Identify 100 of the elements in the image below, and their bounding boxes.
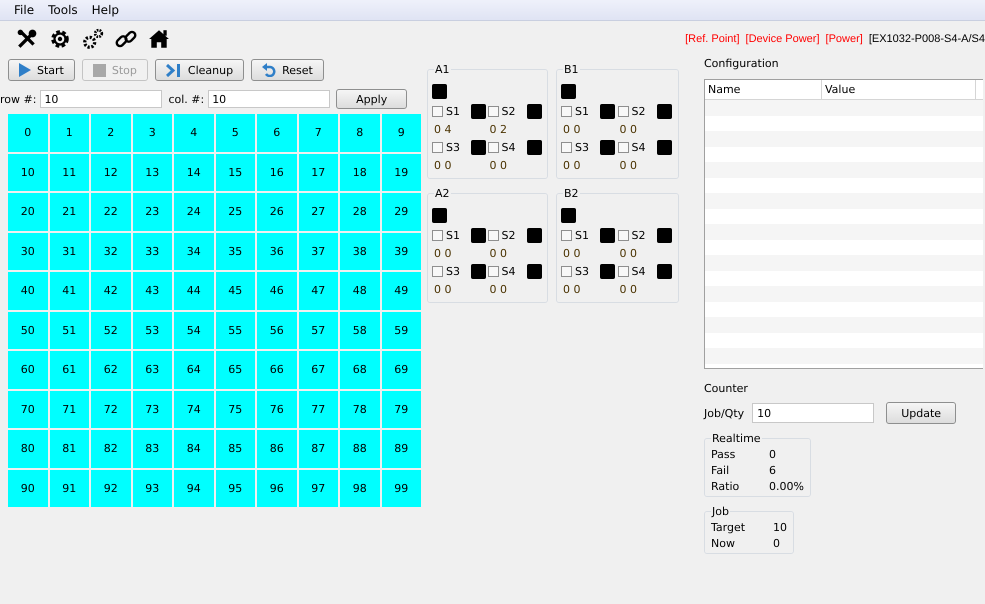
- grid-cell[interactable]: 18: [340, 154, 380, 191]
- grid-cell[interactable]: 2: [91, 114, 130, 152]
- grid-cell[interactable]: 88: [340, 430, 380, 468]
- grid-cell[interactable]: 52: [91, 312, 130, 349]
- home-icon[interactable]: [148, 28, 170, 50]
- input-field[interactable]: 10: [752, 403, 874, 423]
- grid-cell[interactable]: 53: [132, 312, 172, 349]
- grid-cell[interactable]: 30: [8, 232, 48, 270]
- tools-icon[interactable]: [16, 28, 38, 50]
- link-icon[interactable]: [115, 28, 137, 50]
- grid-cell[interactable]: 43: [132, 272, 172, 310]
- reset-button[interactable]: Reset: [251, 59, 324, 81]
- checkbox[interactable]: [561, 266, 572, 277]
- checkbox[interactable]: [432, 266, 443, 277]
- grid-cell[interactable]: 12: [91, 154, 130, 191]
- grid-cell[interactable]: 56: [257, 312, 296, 349]
- grid-cell[interactable]: 39: [382, 232, 421, 270]
- grid-cell[interactable]: 97: [298, 470, 338, 507]
- grid-cell[interactable]: 90: [8, 470, 48, 507]
- grid-cell[interactable]: 85: [216, 430, 255, 468]
- grid-cell[interactable]: 44: [174, 272, 214, 310]
- grid-cell[interactable]: 46: [257, 272, 296, 310]
- grid-cell[interactable]: 63: [132, 351, 172, 388]
- grid-cell[interactable]: 69: [382, 351, 421, 388]
- grid-cell[interactable]: 23: [132, 193, 172, 230]
- grid-cell[interactable]: 83: [132, 430, 172, 468]
- grid-cell[interactable]: 28: [340, 193, 380, 230]
- grid-cell[interactable]: 67: [298, 351, 338, 388]
- grid-cell[interactable]: 48: [340, 272, 380, 310]
- column-header[interactable]: Value: [822, 80, 976, 99]
- apply-button[interactable]: Apply: [336, 89, 408, 109]
- grid-cell[interactable]: 61: [50, 351, 89, 388]
- grid-cell[interactable]: 50: [8, 312, 48, 349]
- grid-cell[interactable]: 74: [174, 390, 214, 428]
- checkbox[interactable]: [488, 106, 498, 117]
- menu-item[interactable]: File: [14, 3, 34, 17]
- grid-cell[interactable]: 32: [91, 232, 130, 270]
- grid-cell[interactable]: 9: [382, 114, 421, 152]
- checkbox[interactable]: [561, 142, 572, 153]
- grid-cell[interactable]: 4: [174, 114, 214, 152]
- gear-icon[interactable]: [49, 28, 71, 50]
- grid-cell[interactable]: 17: [298, 154, 338, 191]
- grid-cell[interactable]: 65: [216, 351, 255, 388]
- grid-cell[interactable]: 91: [50, 470, 89, 507]
- grid-cell[interactable]: 73: [132, 390, 172, 428]
- grid-cell[interactable]: 20: [8, 193, 48, 230]
- grid-cell[interactable]: 3: [132, 114, 172, 152]
- grid-cell[interactable]: 59: [382, 312, 421, 349]
- grid-cell[interactable]: 16: [257, 154, 296, 191]
- menu-item[interactable]: Help: [92, 3, 120, 17]
- checkbox[interactable]: [488, 230, 498, 241]
- grid-cell[interactable]: 40: [8, 272, 48, 310]
- grid-cell[interactable]: 64: [174, 351, 214, 388]
- grid-cell[interactable]: 5: [216, 114, 255, 152]
- grid-cell[interactable]: 78: [340, 390, 380, 428]
- grid-cell[interactable]: 31: [50, 232, 89, 270]
- checkbox[interactable]: [618, 266, 628, 277]
- grid-cell[interactable]: 54: [174, 312, 214, 349]
- grid-cell[interactable]: 45: [216, 272, 255, 310]
- grid-cell[interactable]: 98: [340, 470, 380, 507]
- gears-icon[interactable]: [82, 28, 104, 50]
- grid-cell[interactable]: 77: [298, 390, 338, 428]
- grid-cell[interactable]: 36: [257, 232, 296, 270]
- grid-cell[interactable]: 76: [257, 390, 296, 428]
- grid-cell[interactable]: 62: [91, 351, 130, 388]
- grid-cell[interactable]: 60: [8, 351, 48, 388]
- grid-cell[interactable]: 22: [91, 193, 130, 230]
- grid-cell[interactable]: 11: [50, 154, 89, 191]
- checkbox[interactable]: [432, 230, 443, 241]
- grid-cell[interactable]: 42: [91, 272, 130, 310]
- grid-cell[interactable]: 19: [382, 154, 421, 191]
- grid-cell[interactable]: 34: [174, 232, 214, 270]
- grid-cell[interactable]: 82: [91, 430, 130, 468]
- start-button[interactable]: Start: [8, 59, 75, 81]
- grid-cell[interactable]: 7: [298, 114, 338, 152]
- grid-cell[interactable]: 58: [340, 312, 380, 349]
- grid-cell[interactable]: 81: [50, 430, 89, 468]
- grid-cell[interactable]: 95: [216, 470, 255, 507]
- grid-cell[interactable]: 35: [216, 232, 255, 270]
- update-button[interactable]: Update: [886, 402, 956, 424]
- grid-cell[interactable]: 79: [382, 390, 421, 428]
- cleanup-button[interactable]: Cleanup: [154, 59, 244, 81]
- grid-cell[interactable]: 86: [257, 430, 296, 468]
- grid-cell[interactable]: 84: [174, 430, 214, 468]
- grid-cell[interactable]: 51: [50, 312, 89, 349]
- checkbox[interactable]: [561, 230, 572, 241]
- grid-cell[interactable]: 66: [257, 351, 296, 388]
- grid-cell[interactable]: 14: [174, 154, 214, 191]
- grid-cell[interactable]: 13: [132, 154, 172, 191]
- grid-cell[interactable]: 72: [91, 390, 130, 428]
- grid-cell[interactable]: 80: [8, 430, 48, 468]
- grid-cell[interactable]: 96: [257, 470, 296, 507]
- grid-cell[interactable]: 33: [132, 232, 172, 270]
- checkbox[interactable]: [618, 142, 628, 153]
- grid-cell[interactable]: 10: [8, 154, 48, 191]
- grid-cell[interactable]: 70: [8, 390, 48, 428]
- grid-cell[interactable]: 71: [50, 390, 89, 428]
- grid-cell[interactable]: 1: [50, 114, 89, 152]
- grid-cell[interactable]: 0: [8, 114, 48, 152]
- grid-cell[interactable]: 8: [340, 114, 380, 152]
